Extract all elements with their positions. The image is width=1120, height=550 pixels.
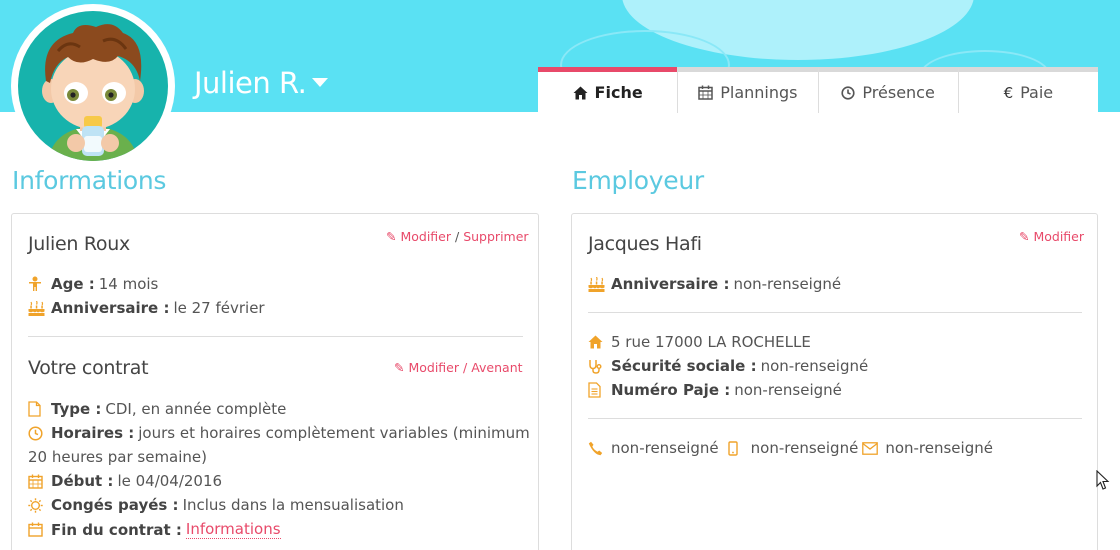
divider bbox=[28, 336, 523, 337]
home-icon bbox=[588, 335, 608, 349]
calendar-icon bbox=[28, 522, 48, 537]
clock-icon bbox=[28, 425, 48, 441]
birthday-value: le 27 février bbox=[173, 299, 265, 317]
delete-child-link[interactable]: Supprimer bbox=[463, 229, 528, 244]
hours-row: Horaires : jours et horaires complètemen… bbox=[28, 424, 530, 442]
employer-birthday-label: Anniversaire : bbox=[611, 275, 730, 293]
contract-end-row: Fin du contrat : Informations bbox=[28, 520, 281, 539]
tab-plannings[interactable]: Plannings bbox=[677, 67, 818, 113]
age-label: Age : bbox=[51, 275, 95, 293]
address-value: 5 rue 17000 LA ROCHELLE bbox=[611, 333, 811, 351]
contract-end-label: Fin du contrat : bbox=[51, 520, 182, 539]
chevron-down-icon bbox=[312, 77, 329, 87]
child-full-name: Julien Roux bbox=[28, 233, 130, 255]
hours-row-continued: 20 heures par semaine) bbox=[28, 448, 207, 466]
euro-icon: € bbox=[1003, 83, 1014, 102]
stethoscope-icon bbox=[588, 359, 608, 374]
paje-label: Numéro Paje : bbox=[611, 381, 731, 399]
mobile-value: non-renseigné bbox=[750, 439, 859, 457]
type-label: Type : bbox=[51, 400, 102, 418]
child-actions: ✎ Modifier / Supprimer bbox=[386, 229, 529, 244]
birthday-label: Anniversaire : bbox=[51, 299, 170, 317]
contract-title: Votre contrat bbox=[28, 357, 149, 379]
address-row: 5 rue 17000 LA ROCHELLE bbox=[588, 333, 811, 351]
contract-actions: ✎ Modifier / Avenant bbox=[394, 360, 523, 375]
tab-presence[interactable]: Présence bbox=[817, 67, 958, 113]
hours-value-continued: 20 heures par semaine) bbox=[28, 448, 207, 466]
tab-bar: Fiche Plannings Présence € Paie bbox=[538, 67, 1098, 113]
clock-icon bbox=[841, 85, 856, 100]
avatar[interactable] bbox=[11, 4, 175, 168]
start-label: Début : bbox=[51, 472, 114, 490]
contract-type-row: Type : CDI, en année complète bbox=[28, 400, 286, 418]
social-security-value: non-renseigné bbox=[760, 357, 869, 375]
tab-fiche[interactable]: Fiche bbox=[538, 67, 678, 113]
type-value: CDI, en année complète bbox=[105, 400, 287, 418]
home-icon bbox=[573, 86, 588, 100]
tab-paie[interactable]: € Paie bbox=[957, 67, 1098, 113]
document-text-icon bbox=[588, 382, 608, 398]
employeur-panel: Jacques Hafi ✎ Modifier Anniversaire : n… bbox=[571, 213, 1098, 550]
amendment-link[interactable]: Avenant bbox=[471, 360, 522, 375]
pencil-icon: ✎ bbox=[394, 360, 405, 375]
contract-end-link[interactable]: Informations bbox=[185, 520, 281, 539]
pencil-icon: ✎ bbox=[386, 229, 397, 244]
modify-employer-link[interactable]: Modifier bbox=[1033, 229, 1084, 244]
employer-birthday-row: Anniversaire : non-renseigné bbox=[588, 275, 841, 293]
tab-label: Paie bbox=[1020, 83, 1054, 102]
start-value: le 04/04/2016 bbox=[117, 472, 223, 490]
employer-birthday-value: non-renseigné bbox=[733, 275, 842, 293]
mobile-icon bbox=[727, 440, 748, 456]
contact-row: non-renseigné non-renseigné non-renseign… bbox=[588, 439, 993, 457]
paid-leave-value: Inclus dans la mensualisation bbox=[182, 496, 404, 514]
child-figure-icon bbox=[28, 276, 48, 292]
employer-actions: ✎ Modifier bbox=[1019, 229, 1084, 244]
paje-row: Numéro Paje : non-renseigné bbox=[588, 381, 842, 399]
birthday-cake-icon bbox=[588, 276, 608, 292]
separator: / bbox=[455, 229, 460, 244]
divider bbox=[588, 312, 1082, 313]
modify-child-link[interactable]: Modifier bbox=[400, 229, 451, 244]
informations-panel: Julien Roux ✎ Modifier / Supprimer Age :… bbox=[11, 213, 539, 550]
child-illustration bbox=[18, 11, 168, 161]
employeur-heading: Employeur bbox=[572, 166, 704, 195]
paid-leave-row: Congés payés : Inclus dans la mensualisa… bbox=[28, 496, 404, 514]
tab-label: Fiche bbox=[594, 83, 643, 102]
hours-label: Horaires : bbox=[51, 424, 135, 442]
paid-leave-label: Congés payés : bbox=[51, 496, 179, 514]
tab-label: Présence bbox=[862, 83, 935, 102]
paje-value: non-renseigné bbox=[734, 381, 842, 399]
informations-heading: Informations bbox=[12, 166, 167, 195]
birthday-row: Anniversaire : le 27 février bbox=[28, 299, 265, 317]
employer-name: Jacques Hafi bbox=[588, 233, 702, 255]
calendar-icon bbox=[698, 85, 713, 100]
document-icon bbox=[28, 401, 48, 417]
sun-icon bbox=[28, 497, 48, 513]
phone-icon bbox=[588, 441, 608, 456]
envelope-icon bbox=[862, 441, 882, 455]
hours-value: jours et horaires complètement variables… bbox=[138, 424, 530, 442]
social-security-row: Sécurité sociale : non-renseigné bbox=[588, 357, 868, 375]
tab-label: Plannings bbox=[720, 83, 798, 102]
start-row: Début : le 04/04/2016 bbox=[28, 472, 222, 490]
divider bbox=[588, 418, 1082, 419]
age-value: 14 mois bbox=[98, 275, 159, 293]
birthday-cake-icon bbox=[28, 300, 48, 316]
modify-contract-link[interactable]: Modifier bbox=[408, 360, 459, 375]
phone-value: non-renseigné bbox=[611, 439, 719, 457]
calendar-icon bbox=[28, 474, 48, 489]
mouse-cursor-icon bbox=[1096, 470, 1110, 490]
child-name: Julien R. bbox=[194, 66, 307, 100]
child-switcher[interactable]: Julien R. bbox=[194, 66, 329, 100]
age-row: Age : 14 mois bbox=[28, 275, 158, 293]
email-value: non-renseigné bbox=[885, 439, 993, 457]
pencil-icon: ✎ bbox=[1019, 229, 1030, 244]
separator: / bbox=[463, 360, 468, 375]
social-security-label: Sécurité sociale : bbox=[611, 357, 757, 375]
